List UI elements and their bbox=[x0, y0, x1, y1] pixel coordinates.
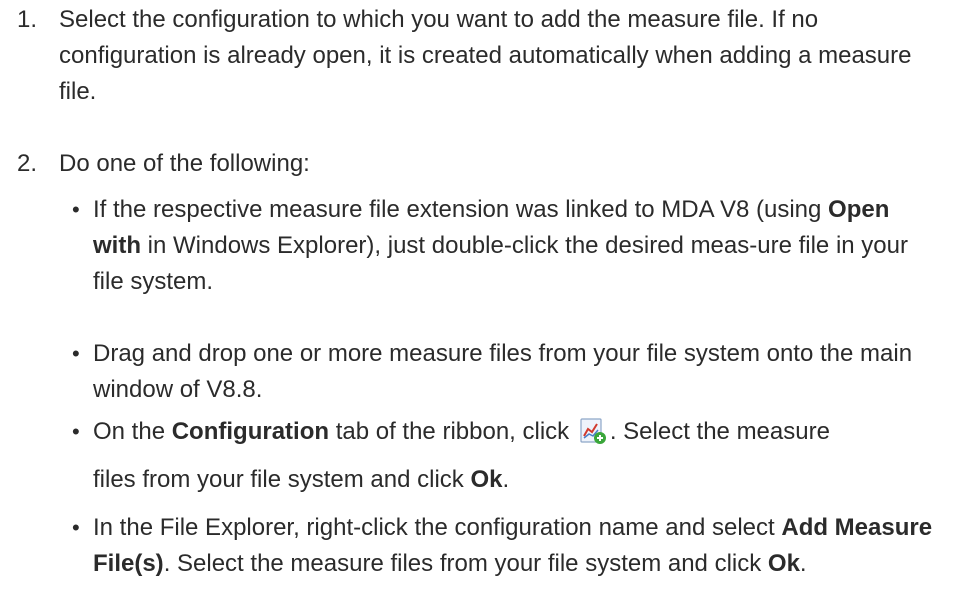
bullet-item-file-explorer: • In the File Explorer, right-click the … bbox=[72, 510, 943, 582]
bullet-marker: • bbox=[72, 515, 80, 540]
bullet-item-open-with: • If the respective measure file extensi… bbox=[72, 192, 943, 300]
step-text: Do one of the following: bbox=[59, 150, 310, 177]
bullet-text: In the File Explorer, right-click the co… bbox=[93, 514, 933, 577]
bullet-marker: • bbox=[72, 419, 80, 444]
step-text: Select the configuration to which you wa… bbox=[59, 6, 912, 105]
add-measure-file-icon bbox=[578, 417, 608, 445]
bullet-text: Drag and drop one or more measure files … bbox=[93, 340, 913, 403]
bullet-text: If the respective measure file extension… bbox=[93, 196, 908, 295]
bullet-text: On the Configuration tab of the ribbon, … bbox=[93, 417, 830, 493]
document-body: 1. Select the configuration to which you… bbox=[0, 0, 953, 610]
bullet-item-ribbon: • On the Configuration tab of the ribbon… bbox=[72, 414, 943, 498]
ui-term: Ok bbox=[767, 550, 800, 577]
ui-term: Configuration bbox=[171, 418, 330, 445]
ui-term: Ok bbox=[470, 466, 503, 493]
step-number: 1. bbox=[17, 6, 38, 33]
bullet-marker: • bbox=[72, 197, 80, 222]
step-number: 2. bbox=[17, 150, 38, 177]
bullet-item-drag-drop: • Drag and drop one or more measure file… bbox=[72, 336, 943, 408]
bullet-marker: • bbox=[72, 341, 80, 366]
